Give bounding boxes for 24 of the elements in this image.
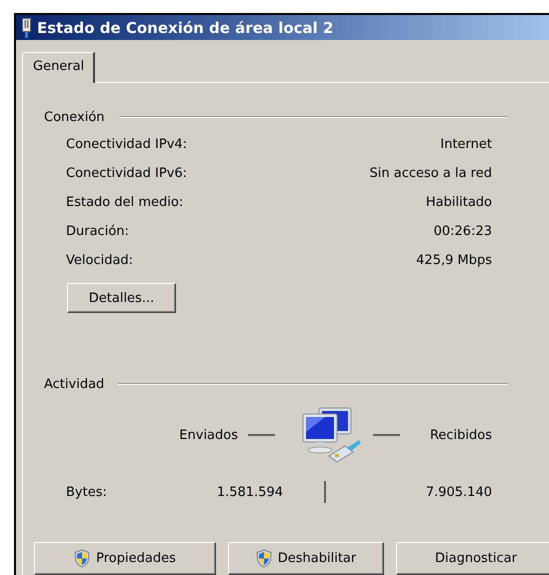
bytes-sent: 1.581.594	[216, 484, 283, 500]
field-label: Velocidad:	[66, 253, 134, 268]
section-heading: Conexión	[44, 110, 105, 124]
bytes-received: 7.905.140	[426, 484, 492, 500]
field-value: 425,9 Mbps	[416, 253, 492, 268]
sent-label: Enviados	[179, 428, 238, 442]
field-value: 00:26:23	[434, 224, 492, 239]
field-label: Conectividad IPv6:	[66, 166, 188, 181]
dialog-button[interactable]: Propiedades	[34, 542, 216, 575]
field-label: Conectividad IPv4:	[66, 137, 188, 152]
received-label: Recibidos	[430, 428, 492, 442]
bytes-label: Bytes:	[66, 484, 107, 500]
window-title: Estado de Conexión de área local 2	[37, 18, 334, 36]
plug-icon	[22, 18, 31, 38]
field-value: Habilitado	[426, 195, 492, 210]
details-button[interactable]: Detalles...	[67, 283, 176, 313]
field-label: Duración:	[66, 224, 129, 239]
dialog-button[interactable]: Deshabilitar	[228, 542, 384, 575]
tab[interactable]: General	[22, 52, 96, 83]
field-value: Internet	[440, 137, 492, 152]
dialog-button[interactable]: Diagnosticar	[396, 542, 549, 575]
section-heading: Actividad	[44, 376, 104, 392]
field-label: Estado del medio:	[66, 195, 184, 210]
field-value: Sin acceso a la red	[370, 166, 492, 181]
